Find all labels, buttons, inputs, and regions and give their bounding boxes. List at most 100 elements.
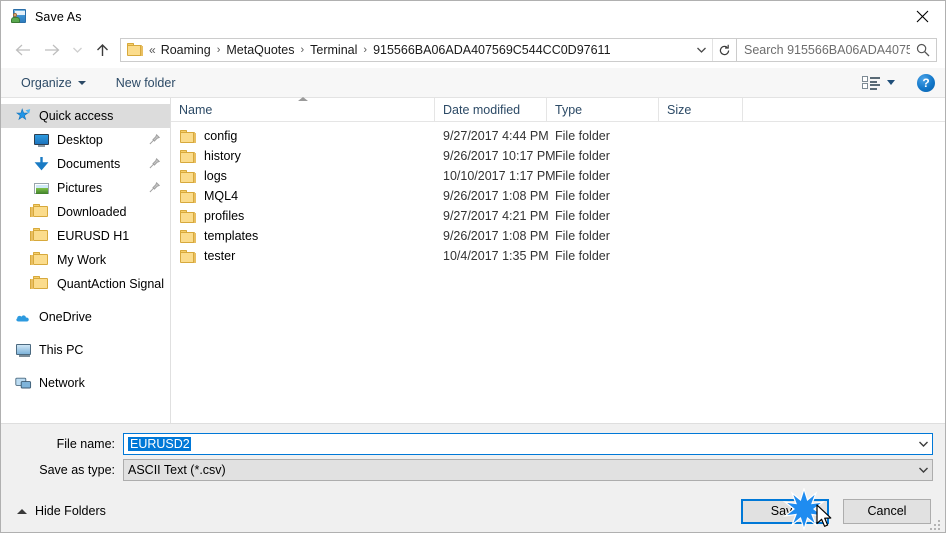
table-row[interactable]: profiles 9/27/2017 4:21 PM File folder [171,206,945,226]
documents-arrow-icon [33,156,50,172]
file-name-cell: templates [171,229,435,243]
back-button[interactable] [7,36,37,64]
sidebar-item-label: EURUSD H1 [57,229,130,243]
address-bar[interactable]: « Roaming › MetaQuotes › Terminal › 9155… [120,38,737,62]
sidebar-item-downloaded[interactable]: Downloaded [1,200,170,224]
save-as-type-select[interactable]: ASCII Text (*.csv) [123,459,933,481]
navigation-sidebar: Quick access Desktop Documents Pictures … [1,98,171,423]
help-button[interactable]: ? [917,73,935,92]
table-row[interactable]: tester 10/4/2017 1:35 PM File folder [171,246,945,266]
file-type-cell: File folder [555,169,610,183]
sidebar-item-quantaction-signal[interactable]: QuantAction Signal [1,272,170,296]
pictures-icon [33,180,50,196]
file-name-cell: profiles [171,209,435,223]
sidebar-item-desktop[interactable]: Desktop [1,128,170,152]
sidebar-item-onedrive[interactable]: OneDrive [1,305,170,329]
search-icon[interactable] [910,39,936,61]
file-name-label: logs [204,169,227,183]
folder-icon [180,129,196,143]
save-as-dialog: Save As « Roaming › MetaQuotes › Termina… [0,0,946,533]
close-icon[interactable] [899,1,945,32]
file-date-cell: 9/26/2017 1:08 PM [443,229,549,243]
file-name-label: profiles [204,209,245,223]
save-as-type-value: ASCII Text (*.csv) [128,463,226,477]
onedrive-cloud-icon [15,309,32,325]
sidebar-item-label: Network [39,376,85,390]
file-name-label: config [204,129,238,143]
table-row[interactable]: MQL4 9/26/2017 1:08 PM File folder [171,186,945,206]
folder-icon [180,249,196,263]
search-placeholder: Search 915566BA06ADA40756... [744,43,910,57]
folder-icon [30,228,50,244]
sidebar-item-quick-access[interactable]: Quick access [1,104,170,128]
sidebar-item-label: Downloaded [57,205,127,219]
breadcrumb-sep-0: › [216,44,221,56]
refresh-icon[interactable] [712,39,736,61]
sidebar-item-label: This PC [39,343,84,357]
sidebar-item-label: Quick access [39,109,114,123]
breadcrumb-overflow[interactable]: « [148,43,159,57]
recent-locations-button[interactable] [67,36,87,64]
table-row[interactable]: history 9/26/2017 10:17 PM File folder [171,146,945,166]
save-as-type-row: Save as type: ASCII Text (*.csv) [1,459,945,481]
forward-button[interactable] [37,36,67,64]
network-icon [15,375,32,391]
file-list-pane: Name Date modified Type Size config 9/27… [171,97,945,423]
file-name-row: File name: EURUSD2 [1,433,945,455]
up-button[interactable] [87,36,117,64]
breadcrumb-item-1[interactable]: MetaQuotes [224,43,296,57]
file-name-label: MQL4 [204,189,239,203]
file-date-cell: 10/4/2017 1:35 PM [443,249,549,263]
file-type-cell: File folder [555,249,610,263]
file-name-label: templates [204,229,259,243]
file-list: config 9/27/2017 4:44 PM File folder his… [171,122,945,423]
column-header-name[interactable]: Name [171,98,435,121]
change-view-button[interactable] [858,71,899,95]
breadcrumb-item-3[interactable]: 915566BA06ADA407569C544CC0D97611 [371,43,612,57]
file-name-cell: MQL4 [171,189,435,203]
sidebar-item-this-pc[interactable]: This PC [1,338,170,362]
folder-icon [180,229,196,243]
pin-icon [149,181,161,193]
folder-icon [180,169,196,183]
file-name-label: File name: [56,437,115,451]
sidebar-item-network[interactable]: Network [1,371,170,395]
pin-icon [149,133,161,145]
sidebar-item-pictures[interactable]: Pictures [1,176,170,200]
save-button[interactable]: Save [741,498,829,524]
command-toolbar: Organize New folder ? [1,68,945,98]
column-header-type[interactable]: Type [547,98,659,121]
organize-button[interactable]: Organize [15,71,92,95]
column-header-date-modified[interactable]: Date modified [435,98,547,121]
column-header-size[interactable]: Size [659,98,743,121]
folder-icon [30,204,50,220]
sidebar-item-eurusd-h1[interactable]: EURUSD H1 [1,224,170,248]
breadcrumb: « Roaming › MetaQuotes › Terminal › 9155… [148,43,690,57]
breadcrumb-item-2[interactable]: Terminal [308,43,359,57]
sidebar-item-label: QuantAction Signal [57,277,165,291]
chevron-down-icon[interactable] [915,460,932,480]
file-name-cell: tester [171,249,435,263]
file-name-input[interactable]: EURUSD2 [123,433,933,455]
file-name-cell: history [171,149,435,163]
chevron-down-icon[interactable] [915,434,932,454]
window-title: Save As [35,9,82,24]
file-type-cell: File folder [555,229,610,243]
chevron-down-icon[interactable] [690,39,712,61]
search-input[interactable]: Search 915566BA06ADA40756... [737,38,937,62]
file-name-value: EURUSD2 [128,437,191,451]
hide-folders-button[interactable]: Hide Folders [17,504,106,518]
sidebar-item-my-work[interactable]: My Work [1,248,170,272]
table-row[interactable]: templates 9/26/2017 1:08 PM File folder [171,226,945,246]
new-folder-button[interactable]: New folder [110,71,182,95]
file-type-cell: File folder [555,129,610,143]
resize-grip-icon[interactable] [930,518,942,530]
file-date-cell: 9/27/2017 4:44 PM [443,129,549,143]
table-row[interactable]: logs 10/10/2017 1:17 PM File folder [171,166,945,186]
sidebar-item-documents[interactable]: Documents [1,152,170,176]
breadcrumb-item-0[interactable]: Roaming [159,43,213,57]
table-row[interactable]: config 9/27/2017 4:44 PM File folder [171,126,945,146]
cancel-button[interactable]: Cancel [843,498,931,524]
dialog-button-bar: Hide Folders Save Cancel [1,490,945,532]
title-bar: Save As [1,1,945,32]
